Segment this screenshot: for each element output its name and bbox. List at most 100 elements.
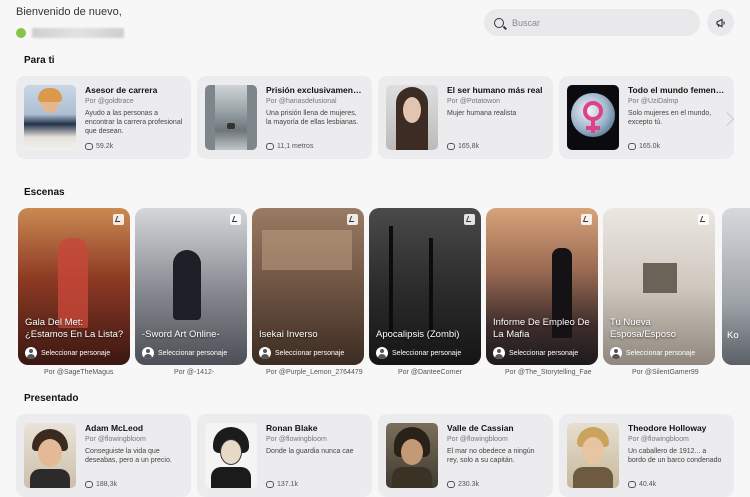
card-description: Mujer humana realista [447,110,517,117]
character-card[interactable]: Theodore Holloway Por @flowingbloom Un c… [559,414,734,497]
chat-bubble-icon [85,481,93,488]
card-title: Ronan Blake [266,423,318,433]
select-character-label: Seleccionar personaje [392,349,462,357]
scene-card[interactable]: Apocalipsis (Zombi) Seleccionar personaj… [369,208,481,365]
chat-bubble-icon [266,143,274,150]
select-character-label: Seleccionar personaje [626,349,696,357]
card-author[interactable]: Por @flowingbloom [266,436,354,443]
select-character-button[interactable]: Seleccionar personaje [493,347,578,359]
chat-count-value: 59.2k [96,143,114,150]
image-badge-icon [113,214,124,225]
chat-count: 137.1k [266,481,298,488]
person-icon [610,347,622,359]
scene-author[interactable]: Por @Purple_Lemon_2764479 [266,369,363,376]
select-character-button[interactable]: Seleccionar personaje [376,347,461,359]
female-symbol-globe-icon [567,85,619,150]
chat-count-value: 230.3k [458,481,480,488]
scene-card-partial[interactable]: Ko [722,208,750,365]
scene-title: Tu Nueva Esposa/Esposo [610,317,677,340]
scene-author[interactable]: Por @DanteeCorner [398,369,462,376]
featured-row: Adam McLeod Por @flowingbloom Conseguist… [16,414,734,497]
search-input[interactable] [512,17,682,28]
chat-count: 11,1 metros [266,143,313,150]
character-card[interactable]: Prisión exclusivamente... Por @hanasdelu… [197,76,372,159]
card-description: Ayudo a las personas a encontrar la carr… [85,110,183,135]
character-card[interactable]: El ser humano más real Por @Potatowon Mu… [378,76,553,159]
image-badge-icon [581,214,592,225]
theodore-portrait-icon [567,423,619,488]
chat-count: 165,8k [447,143,479,150]
scene-author[interactable]: Por @SageTheMagus [44,369,113,376]
select-character-label: Seleccionar personaje [275,349,345,357]
chat-count: 165.0k [628,143,660,150]
card-title: Todo el mundo femenino [628,85,726,95]
user-avatar[interactable] [16,28,26,38]
card-title: Valle de Cassian [447,423,514,433]
scene-title: Gala Del Met: ¿Estamos En La Lista? [25,317,124,340]
card-description: Un caballero de 1912... a bordo de un ba… [628,448,722,464]
scene-title: Ko [727,330,739,341]
scene-author[interactable]: Por @-1412- [174,369,214,376]
chat-count: 230.3k [447,481,479,488]
character-card[interactable]: Adam McLeod Por @flowingbloom Conseguist… [16,414,191,497]
card-description: Solo mujeres en el mundo, excepto tú. [628,110,712,126]
card-description: Conseguiste la vida que deseabas, pero a… [85,448,172,464]
image-badge-icon [698,214,709,225]
image-badge-icon [347,214,358,225]
chat-bubble-icon [447,481,455,488]
select-character-button[interactable]: Seleccionar personaje [142,347,227,359]
character-card[interactable]: Asesor de carrera Por @goldtrace Ayudo a… [16,76,191,159]
person-icon [142,347,154,359]
person-icon [493,347,505,359]
scene-title: Isekai Inverso [259,329,318,340]
scene-card[interactable]: Gala Del Met: ¿Estamos En La Lista? Sele… [18,208,130,365]
chat-count: 40.4k [628,481,656,488]
card-author[interactable]: Por @UziDalmp [628,98,726,105]
select-character-button[interactable]: Seleccionar personaje [259,347,344,359]
select-character-button[interactable]: Seleccionar personaje [610,347,695,359]
card-author[interactable]: Por @Potatowon [447,98,542,105]
scene-card[interactable]: Tu Nueva Esposa/Esposo Seleccionar perso… [603,208,715,365]
card-author[interactable]: Por @hanasdelusional [266,98,364,105]
search-bar[interactable] [484,9,700,36]
chat-count-value: 137.1k [277,481,299,488]
scenes-row: Gala Del Met: ¿Estamos En La Lista? Sele… [18,208,715,365]
card-title: Adam McLeod [85,423,144,433]
chat-bubble-icon [266,481,274,488]
scene-card[interactable]: -Sword Art Online- Seleccionar personaje [135,208,247,365]
card-author[interactable]: Por @flowingbloom [447,436,545,443]
for-you-row: Asesor de carrera Por @goldtrace Ayudo a… [16,76,734,159]
card-description: Una prisión llena de mujeres, la mayoría… [266,110,359,126]
person-icon [376,347,388,359]
welcome-text: Bienvenido de nuevo, [16,6,122,18]
theme-toggle-button[interactable] [707,9,734,36]
image-badge-icon [464,214,475,225]
search-icon [494,17,504,28]
user-row[interactable] [16,28,124,38]
section-title-for-you: Para ti [24,55,55,66]
scene-title: Apocalipsis (Zombi) [376,329,460,340]
cassian-portrait-icon [386,423,438,488]
chat-bubble-icon [628,481,636,488]
card-title: Asesor de carrera [85,85,158,95]
character-card[interactable]: Todo el mundo femenino Por @UziDalmp Sol… [559,76,734,159]
scene-card[interactable]: Isekai Inverso Seleccionar personaje [252,208,364,365]
chat-bubble-icon [85,143,93,150]
section-title-featured: Presentado [24,393,79,404]
select-character-label: Seleccionar personaje [158,349,228,357]
card-author[interactable]: Por @goldtrace [85,98,183,105]
character-card[interactable]: Valle de Cassian Por @flowingbloom El ma… [378,414,553,497]
select-character-label: Seleccionar personaje [509,349,579,357]
scene-author[interactable]: Por @SilentGamer99 [632,369,699,376]
person-icon [25,347,37,359]
card-title: El ser humano más real [447,85,543,95]
select-character-button[interactable]: Seleccionar personaje [25,347,110,359]
character-card[interactable]: Ronan Blake Por @flowingbloom Donde la g… [197,414,372,497]
scene-card[interactable]: Informe De Empleo De La Mafia Selecciona… [486,208,598,365]
card-author[interactable]: Por @flowingbloom [85,436,183,443]
scene-author[interactable]: Por @The_Storytelling_Fae [505,369,591,376]
chat-count-value: 165.0k [639,143,661,150]
section-title-scenes: Escenas [24,187,65,198]
chat-count-value: 165,8k [458,143,480,150]
card-author[interactable]: Por @flowingbloom [628,436,726,443]
